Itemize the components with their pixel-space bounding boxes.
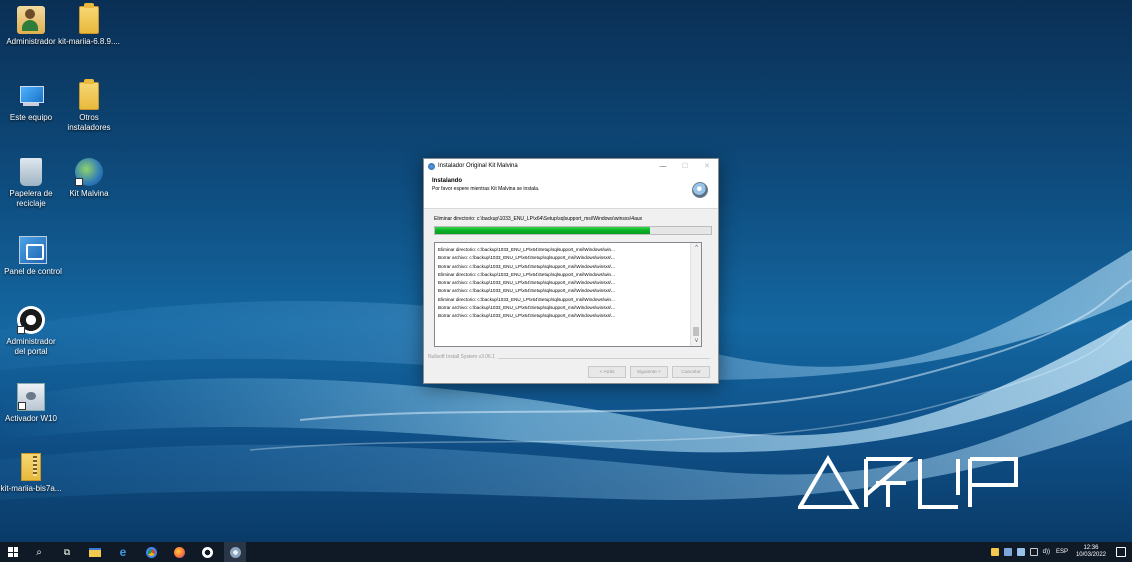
- afip-logo: [798, 455, 1018, 509]
- installer-dialog: Instalador Original Kit Malvina — ☐ ✕ In…: [423, 158, 719, 384]
- chrome-icon: [145, 546, 157, 558]
- activator-icon: [17, 383, 45, 411]
- system-tray: d)) ESP 12:36 10/03/2022: [990, 542, 1132, 562]
- shortcut-arrow-icon: [17, 326, 25, 334]
- taskbar: ⌕ ⧉ e d)) ESP 12:36 10/03/2022: [0, 542, 1132, 562]
- status-text: Eliminar directorio: c:\backup\1033_ENU_…: [434, 216, 643, 222]
- dialog-content: Eliminar directorio: c:\backup\1033_ENU_…: [424, 209, 718, 362]
- start-button[interactable]: [0, 542, 22, 562]
- desktop-icon-kit-malvina[interactable]: Kit Malvina: [58, 158, 120, 199]
- log-listbox[interactable]: Eliminar directorio: c:\backup\1033_ENU_…: [434, 242, 702, 347]
- maximize-button[interactable]: ☐: [674, 159, 696, 173]
- desktop: Administrador kit-mariia-6.8.9.... Este …: [0, 0, 1132, 542]
- window-controls: — ☐ ✕: [652, 159, 718, 173]
- desktop-icon-panel-control[interactable]: Panel de control: [2, 236, 64, 277]
- dialog-title: Instalador Original Kit Malvina: [438, 163, 518, 169]
- desktop-icon-papelera[interactable]: Papelera de reciclaje: [0, 158, 62, 209]
- recycle-bin-icon: [20, 158, 42, 186]
- log-line: Borrar archivo: c:\backup\1033_ENU_LP\x6…: [438, 255, 616, 261]
- log-scrollbar[interactable]: ^ v: [690, 243, 701, 346]
- dialog-buttons: < Atrás Siguiente > Cancelar: [588, 366, 710, 378]
- firefox-button[interactable]: [168, 542, 190, 562]
- log-line: Borrar archivo: c:\backup\1033_ENU_LP\x6…: [438, 305, 616, 311]
- file-explorer-icon: [89, 547, 101, 557]
- header-subtitle: Por favor espere mientras Kit Malvina se…: [432, 186, 540, 192]
- computer-icon: [17, 82, 45, 110]
- folder-icon: [79, 79, 99, 110]
- log-lines: Eliminar directorio: c:\backup\1033_ENU_…: [435, 243, 689, 321]
- branding-row: Nullsoft Install System v3.06.1: [428, 354, 710, 362]
- desktop-icon-otros-instaladores[interactable]: Otros instaladores: [58, 79, 120, 133]
- installer-taskbar-button[interactable]: [224, 542, 246, 562]
- cancel-button[interactable]: Cancelar: [672, 366, 710, 378]
- back-button[interactable]: < Atrás: [588, 366, 626, 378]
- next-button[interactable]: Siguiente >: [630, 366, 668, 378]
- tray-app-icon[interactable]: [1016, 548, 1025, 556]
- branding-text: Nullsoft Install System v3.06.1: [428, 354, 498, 360]
- clock[interactable]: 12:36 10/03/2022: [1076, 545, 1106, 559]
- desktop-icon-activador[interactable]: Activador W10: [0, 383, 62, 424]
- start-icon: [8, 547, 18, 557]
- desktop-icon-este-equipo[interactable]: Este equipo: [0, 82, 62, 123]
- folder-icon: [79, 3, 99, 34]
- desktop-icon-administrador[interactable]: Administrador: [0, 6, 62, 47]
- task-view-button[interactable]: ⧉: [56, 542, 78, 562]
- volume-icon[interactable]: d)): [1043, 549, 1050, 555]
- chrome-button[interactable]: [140, 542, 162, 562]
- shortcut-arrow-icon: [18, 402, 26, 410]
- log-line: Borrar archivo: c:\backup\1033_ENU_LP\x6…: [438, 280, 616, 286]
- file-explorer-button[interactable]: [84, 542, 106, 562]
- zip-folder-icon: [21, 453, 41, 481]
- edge-icon: e: [119, 545, 127, 559]
- globe-icon: [75, 158, 103, 186]
- scroll-up-icon[interactable]: ^: [691, 243, 701, 253]
- clock-time: 12:36: [1083, 545, 1099, 551]
- opera-button[interactable]: [196, 542, 218, 562]
- language-indicator[interactable]: ESP: [1056, 549, 1068, 555]
- log-line: Eliminar directorio: c:\backup\1033_ENU_…: [438, 296, 615, 302]
- task-view-icon: ⧉: [63, 546, 71, 557]
- log-line: Borrar archivo: c:\backup\1033_ENU_LP\x6…: [438, 313, 616, 319]
- tray-monitor-icon[interactable]: [1029, 548, 1038, 556]
- installer-cd-icon: [692, 182, 708, 198]
- edge-button[interactable]: e: [112, 542, 134, 562]
- scroll-thumb[interactable]: [693, 327, 699, 336]
- tray-network-icon[interactable]: [1003, 548, 1012, 556]
- portal-icon: [17, 306, 45, 334]
- log-line: Borrar archivo: c:\backup\1033_ENU_LP\x6…: [438, 288, 616, 294]
- search-icon: ⌕: [36, 546, 42, 558]
- dialog-header: Instalando Por favor espere mientras Kit…: [424, 173, 718, 209]
- clock-date: 10/03/2022: [1075, 552, 1106, 558]
- notification-icon[interactable]: [1116, 547, 1126, 557]
- scroll-down-icon[interactable]: v: [691, 336, 701, 346]
- minimize-button[interactable]: —: [652, 159, 674, 173]
- close-button[interactable]: ✕: [696, 159, 718, 173]
- log-line: Eliminar directorio: c:\backup\1033_ENU_…: [438, 271, 615, 277]
- installer-icon: [229, 546, 241, 558]
- dialog-titlebar[interactable]: Instalador Original Kit Malvina — ☐ ✕: [424, 159, 718, 173]
- user-folder-icon: [17, 6, 45, 34]
- desktop-icon-administrador-portal[interactable]: Administrador del portal: [0, 306, 62, 357]
- control-panel-icon: [19, 236, 47, 264]
- progress-fill: [435, 227, 651, 234]
- firefox-icon: [173, 546, 185, 558]
- opera-icon: [201, 546, 213, 558]
- search-button[interactable]: ⌕: [28, 542, 50, 562]
- tray-security-icon[interactable]: [990, 548, 999, 556]
- desktop-icon-kit-mariia[interactable]: kit-mariia-6.8.9....: [58, 3, 120, 47]
- log-line: Borrar archivo: c:\backup\1033_ENU_LP\x6…: [438, 263, 616, 269]
- shortcut-arrow-icon: [75, 178, 83, 186]
- installer-app-icon: [428, 162, 435, 170]
- header-title: Instalando: [432, 178, 463, 184]
- progress-bar: [434, 226, 712, 235]
- log-line: Eliminar directorio: c:\backup\1033_ENU_…: [438, 247, 615, 252]
- desktop-icon-kit-mariia-bis[interactable]: kit-mariia-bis7a...: [0, 453, 62, 494]
